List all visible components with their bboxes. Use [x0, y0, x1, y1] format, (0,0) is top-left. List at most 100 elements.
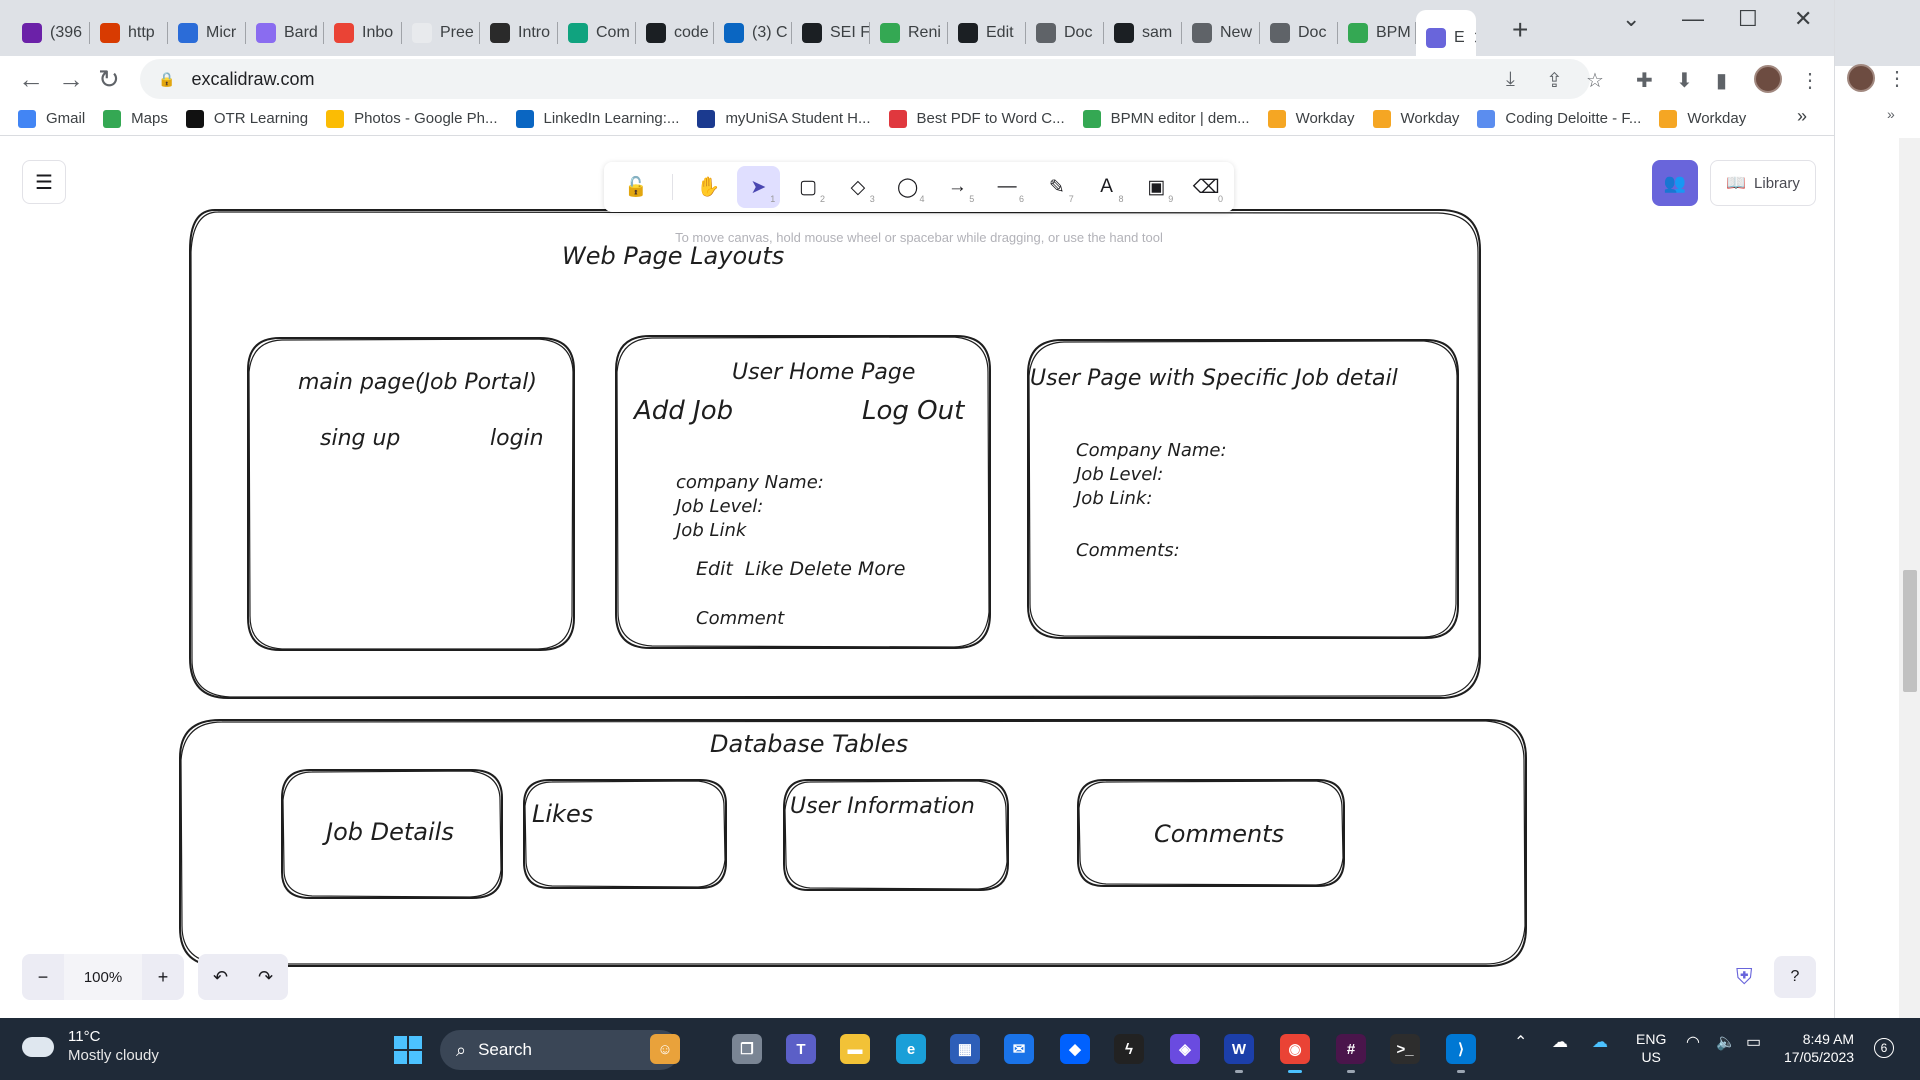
browser-tab[interactable]: BPM	[1338, 12, 1416, 54]
copilot-app-icon[interactable]: ◈	[1170, 1034, 1200, 1064]
new-tab-button[interactable]: +	[1512, 14, 1528, 46]
user-home-title[interactable]: User Home Page	[732, 360, 915, 385]
terminal-icon[interactable]: >_	[1390, 1034, 1420, 1064]
file-explorer-icon[interactable]: ▬	[840, 1034, 870, 1064]
job-detail-link[interactable]: Job Link:	[1076, 488, 1152, 509]
browser-tab[interactable]: Bard	[246, 12, 324, 54]
browser-tab[interactable]: Micr	[168, 12, 246, 54]
weather-widget[interactable]: 11°C Mostly cloudy	[22, 1028, 159, 1066]
chrome-app-icon[interactable]: ◉	[1280, 1034, 1310, 1073]
forward-icon[interactable]: →	[58, 64, 84, 95]
user-home-comment[interactable]: Comment	[696, 608, 784, 629]
close-window-icon[interactable]: ✕	[1794, 6, 1812, 32]
back-icon[interactable]: ←	[18, 64, 44, 95]
windows-start-icon[interactable]	[394, 1036, 422, 1064]
extensions-icon[interactable]: ✚	[1636, 68, 1653, 93]
browser-tab[interactable]: SEI F	[792, 12, 870, 54]
bookmark-item[interactable]: Gmail	[18, 109, 85, 128]
onedrive-business-icon[interactable]: ☁	[1592, 1032, 1608, 1052]
zoom-in-button[interactable]: +	[142, 954, 184, 1000]
shield-check-icon[interactable]: ⛨	[1736, 964, 1753, 990]
volume-icon[interactable]: 🔈	[1716, 1032, 1736, 1052]
store-icon[interactable]: ▦	[950, 1034, 980, 1064]
user-home-level[interactable]: Job Level:	[676, 496, 763, 517]
workday-app-icon[interactable]: W	[1224, 1034, 1254, 1073]
bookmark-star-icon[interactable]: ☆	[1586, 68, 1604, 93]
install-icon[interactable]: ⤓	[1506, 68, 1515, 91]
browser-tab[interactable]: Doc	[1260, 12, 1338, 54]
user-home-company[interactable]: company Name:	[676, 472, 824, 493]
kebab-menu-icon[interactable]: ⋮	[1887, 66, 1907, 91]
main-page-signup[interactable]: sing up	[320, 426, 400, 451]
close-tab-icon[interactable]: ✕	[1473, 28, 1476, 49]
bookmark-item[interactable]: Workday	[1659, 109, 1746, 128]
browser-tab[interactable]: Reni	[870, 12, 948, 54]
table-job-details[interactable]: Job Details	[326, 818, 454, 846]
hand-icon[interactable]: ✋	[687, 166, 731, 208]
chevron-down-icon[interactable]: ⌄	[1622, 6, 1640, 32]
rectangle-icon[interactable]: ▢ 2	[786, 166, 830, 208]
system-clock[interactable]: 8:49 AM 17/05/2023	[1784, 1030, 1854, 1066]
task-view-icon[interactable]: ❐	[732, 1034, 762, 1064]
table-likes[interactable]: Likes	[532, 800, 593, 828]
downloads-icon[interactable]: ⬇	[1676, 68, 1693, 93]
browser-tab[interactable]: New	[1182, 12, 1260, 54]
bookmark-item[interactable]: BPMN editor | dem...	[1082, 109, 1250, 128]
kebab-menu-icon[interactable]: ⋮	[1800, 68, 1820, 93]
browser-tab[interactable]: code	[636, 12, 714, 54]
browser-tab[interactable]: http	[90, 12, 168, 54]
bookmark-item[interactable]: LinkedIn Learning:...	[515, 109, 679, 128]
lock-icon[interactable]: 🔓	[614, 166, 658, 208]
browser-tab[interactable]: Intro	[480, 12, 558, 54]
maximize-icon[interactable]: ☐	[1738, 6, 1758, 32]
diamond-icon[interactable]: ◇ 3	[836, 166, 880, 208]
taskbar-search[interactable]: ⌕ Search	[440, 1030, 680, 1070]
browser-tab[interactable]: Doc	[1026, 12, 1104, 54]
user-home-actions[interactable]: Edit Like Delete More	[696, 558, 905, 580]
bookmark-item[interactable]: Workday	[1267, 109, 1355, 128]
browser-tab[interactable]: sam	[1104, 12, 1182, 54]
bookmark-item[interactable]: myUniSA Student H...	[697, 109, 871, 128]
bookmark-item[interactable]: Photos - Google Ph...	[326, 109, 498, 128]
bookmark-item[interactable]: Coding Deloitte - F...	[1477, 109, 1641, 128]
selection-icon[interactable]: ➤ 1	[736, 166, 781, 208]
undo-icon[interactable]: ↶	[213, 967, 228, 988]
browser-tab[interactable]: Com	[558, 12, 636, 54]
reload-icon[interactable]: ↻	[98, 64, 120, 95]
mail-app-icon[interactable]: ✉	[1004, 1034, 1034, 1064]
job-detail-comments[interactable]: Comments:	[1076, 540, 1180, 561]
widgets-app-icon[interactable]: ☺	[650, 1034, 680, 1064]
slack-icon[interactable]: #	[1336, 1034, 1366, 1073]
job-detail-level[interactable]: Job Level:	[1076, 464, 1163, 485]
edge-icon[interactable]: e	[896, 1034, 926, 1064]
dropbox-icon[interactable]: ◆	[1060, 1034, 1090, 1064]
browser-tab[interactable]: (3) C	[714, 12, 792, 54]
help-icon[interactable]: ?	[1774, 956, 1816, 998]
table-user-information[interactable]: User Information	[790, 794, 975, 819]
hamburger-menu-icon[interactable]: ☰	[22, 160, 66, 204]
job-detail-title[interactable]: User Page with Specific Job detail	[1030, 366, 1398, 391]
library-button[interactable]: 📖 Library	[1710, 160, 1816, 206]
wifi-icon[interactable]: ◠	[1686, 1032, 1700, 1052]
address-bar[interactable]: 🔒 excalidraw.com	[140, 59, 1590, 99]
side-panel-icon[interactable]: ▮	[1716, 68, 1727, 93]
collaborate-icon[interactable]: 👥	[1652, 160, 1698, 206]
teams-icon[interactable]: T	[786, 1034, 816, 1064]
bolt-app-icon[interactable]: ϟ	[1114, 1034, 1144, 1064]
browser-tab[interactable]: Inbo	[324, 12, 402, 54]
battery-icon[interactable]: ▭	[1746, 1032, 1761, 1052]
ellipse-icon[interactable]: ◯ 4	[886, 166, 930, 208]
minimize-icon[interactable]: —	[1682, 6, 1704, 32]
bookmark-item[interactable]: Maps	[103, 109, 168, 128]
overflow-icon[interactable]: »	[1887, 106, 1895, 122]
onedrive-icon[interactable]: ☁	[1552, 1032, 1568, 1052]
browser-tab[interactable]: Pree	[402, 12, 480, 54]
redo-icon[interactable]: ↷	[258, 967, 273, 988]
scrollbar-thumb[interactable]	[1903, 570, 1917, 692]
image-icon[interactable]: ▣ 9	[1135, 166, 1179, 208]
main-page-login[interactable]: login	[490, 426, 544, 451]
user-home-add-job[interactable]: Add Job	[634, 396, 733, 426]
eraser-icon[interactable]: ⌫ 0	[1184, 166, 1228, 208]
database-title[interactable]: Database Tables	[710, 730, 908, 758]
line-icon[interactable]: —6	[985, 166, 1029, 208]
